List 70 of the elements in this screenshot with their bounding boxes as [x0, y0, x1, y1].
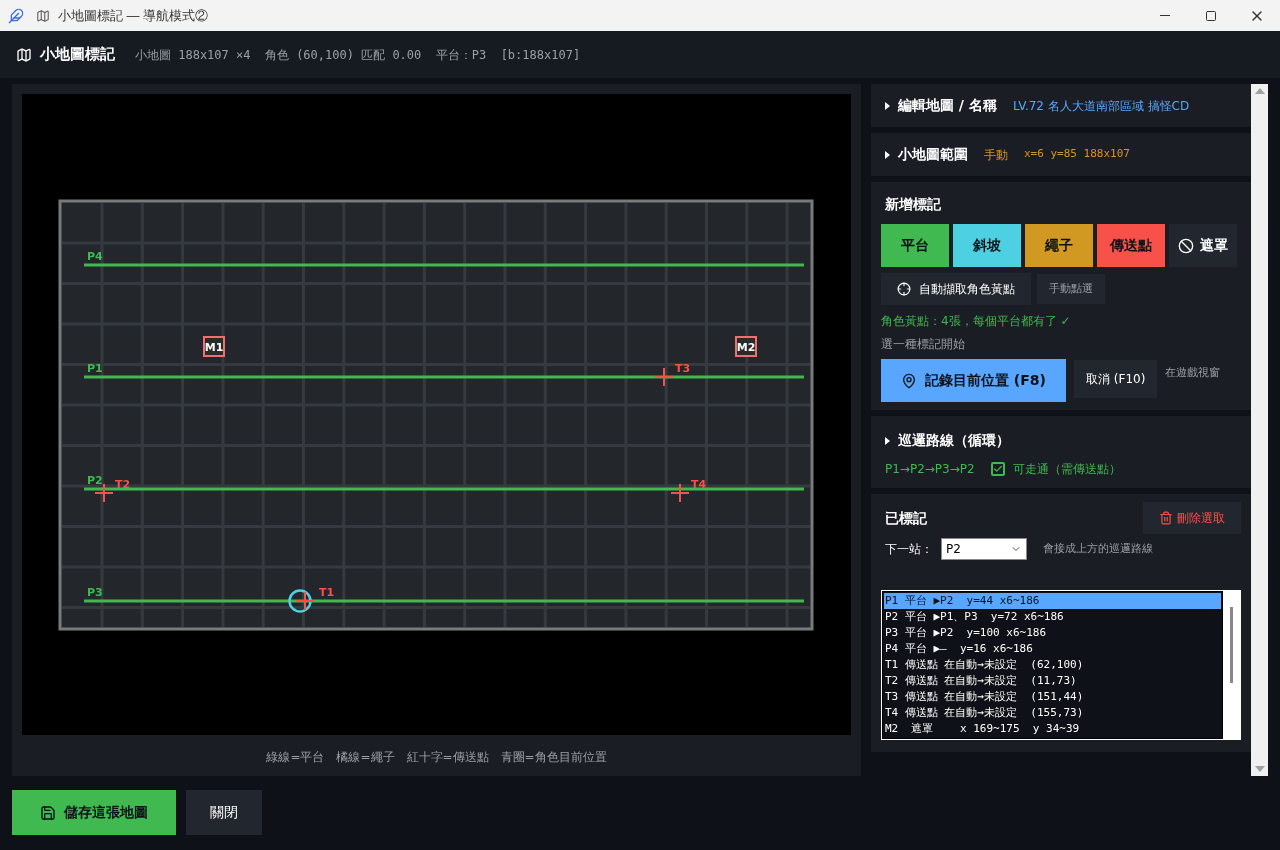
next-stop-select[interactable]: P2: [941, 538, 1027, 560]
marker-list-item[interactable]: T2 傳送點 在自動→未設定 (11,73): [884, 673, 1221, 689]
teleport-cross: [670, 483, 690, 503]
map-icon: [36, 8, 50, 23]
side-note: 在遊戲視窗: [1165, 365, 1221, 381]
teleport-cross: [295, 591, 315, 611]
record-position-button[interactable]: 記錄目前位置 (F8): [881, 359, 1066, 402]
marker-list-item[interactable]: P2 平台 ▶P1、P3 y=72 x6~186: [884, 609, 1221, 625]
marker-list-item[interactable]: P3 平台 ▶P2 y=100 x6~186: [884, 625, 1221, 641]
marker-list-item[interactable]: T1 傳送點 在自動→未設定 (62,100): [884, 657, 1221, 673]
section-title: 新增標記: [885, 195, 942, 214]
hint-text: 選一種標記開始: [881, 336, 966, 353]
map-icon: [16, 46, 32, 63]
minimize-icon: [1160, 15, 1170, 16]
list-scrollbar[interactable]: [1230, 607, 1233, 683]
delete-selected-button[interactable]: 刪除選取: [1143, 502, 1241, 534]
save-map-button[interactable]: 儲存這張地圖: [12, 790, 176, 835]
range-value: x=6 y=85 188x107: [1024, 146, 1130, 163]
save-icon: [40, 804, 56, 821]
section-title: 已標記: [885, 508, 927, 528]
window-title: 小地圖標記 — 導航模式②: [58, 6, 209, 25]
marker-list-item[interactable]: T4 傳送點 在自動→未設定 (155,73): [884, 705, 1221, 721]
teleport-label: T2: [115, 478, 131, 491]
trash-icon: [1159, 511, 1173, 525]
status-info: 小地圖 188x107 ×4 角色 (60,100) 匹配 0.00 平台：P3 [b:188x107]: [135, 46, 581, 64]
app-title: 小地圖標記: [40, 44, 115, 66]
cancel-button[interactable]: 取消 (F10): [1074, 360, 1158, 398]
section-title: 小地圖範圍: [898, 145, 968, 164]
marker-type-button[interactable]: 繩子: [1025, 224, 1093, 267]
teleport-label: T1: [319, 586, 335, 599]
marker-type-button[interactable]: 平台: [881, 224, 949, 267]
platform-label: P2: [87, 474, 103, 487]
maximize-icon: [1205, 9, 1217, 22]
manual-pick-button[interactable]: 手動點選: [1037, 274, 1105, 304]
section-title: 巡邏路線（循環）: [898, 431, 1010, 450]
range-mode: 手動: [984, 146, 1008, 164]
marker-type-button[interactable]: 傳送點: [1097, 224, 1165, 267]
prohibited-icon: [1178, 237, 1194, 254]
teleport-label: T4: [691, 478, 707, 491]
walkable-label: 可走通（需傳送點）: [1012, 461, 1121, 478]
check-icon: [992, 464, 1003, 474]
next-stop-hint: 會接成上方的巡邏路線: [1043, 540, 1153, 557]
player-circle: [288, 589, 312, 613]
platform-label: P4: [87, 250, 103, 263]
platform-label: P3: [87, 586, 103, 599]
panel-scrollbar[interactable]: [1251, 84, 1268, 776]
marker-list-item[interactable]: T3 傳送點 在自動→未設定 (151,44): [884, 689, 1221, 705]
mask-marker: M2: [735, 336, 757, 357]
auto-capture-button[interactable]: 自動擷取角色黃點: [881, 273, 1031, 305]
platform-label: P1: [87, 362, 103, 375]
marker-list-item[interactable]: P4 平台 ▶– y=16 x6~186: [884, 641, 1221, 657]
marker-type-button[interactable]: 遮罩: [1169, 224, 1237, 267]
route-path: P1→P2→P3→P2: [885, 461, 975, 478]
status-message: 角色黃點：4張，每個平台都有了 ✓: [881, 313, 1072, 330]
close-dialog-button[interactable]: 關閉: [186, 790, 262, 835]
pin-icon: [901, 372, 917, 389]
map-name: LV.72 名人大道南部區域 搞怪CD: [1012, 97, 1190, 115]
target-icon: [897, 282, 911, 296]
marker-list-item[interactable]: P1 平台 ▶P2 y=44 x6~186: [884, 593, 1221, 609]
walkable-checkbox[interactable]: [990, 462, 1005, 476]
section-title: 編輯地圖 / 名稱: [898, 96, 997, 115]
marker-type-button[interactable]: 斜坡: [953, 224, 1021, 267]
teleport-label: T3: [675, 362, 691, 375]
next-stop-label: 下一站：: [885, 541, 933, 558]
teleport-cross: [94, 483, 114, 503]
feather-icon: [8, 7, 24, 24]
teleport-cross: [654, 367, 674, 387]
mask-marker: M1: [203, 336, 225, 357]
marker-list-item[interactable]: M2 遮罩 x 169~175 y 34~39: [884, 721, 1221, 737]
map-legend: 綠線=平台 橘線=繩子 紅十字=傳送點 青圈=角色目前位置: [266, 748, 607, 766]
